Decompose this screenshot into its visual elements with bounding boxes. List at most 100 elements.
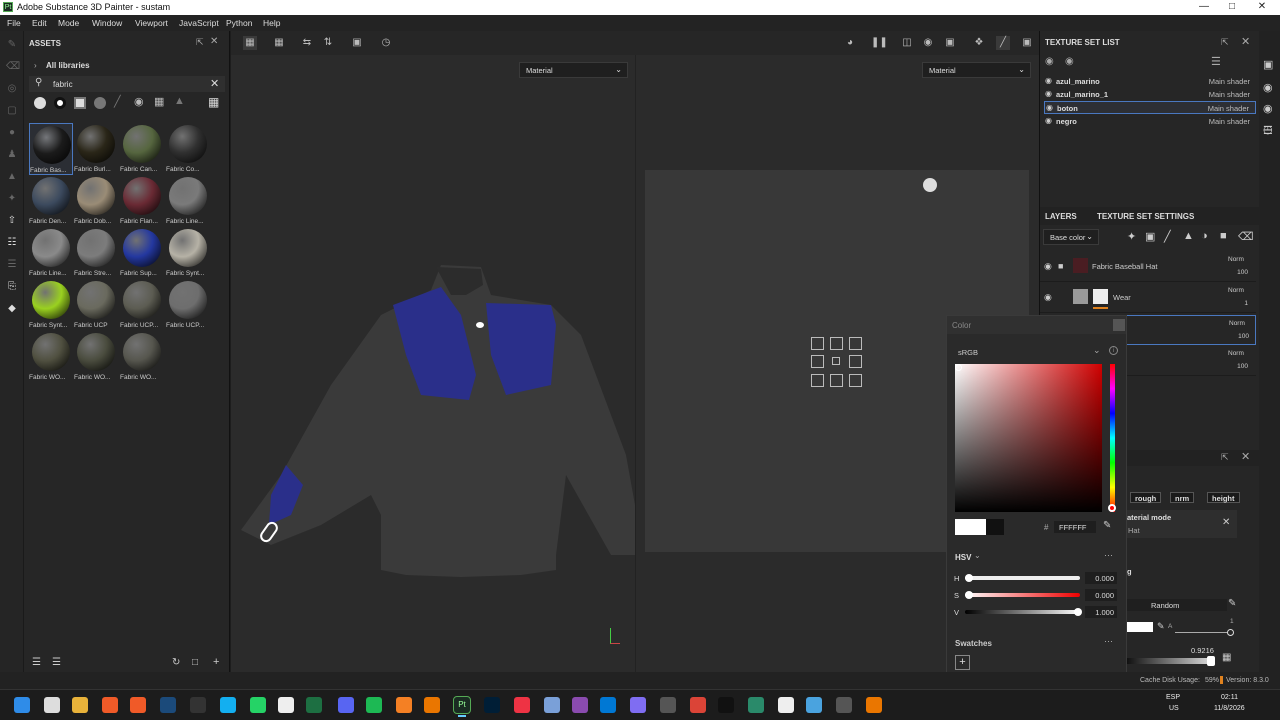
s-slider-knob[interactable] [965,591,973,599]
alpha-slider[interactable] [1175,629,1234,636]
asset-tile[interactable]: Fabric Bas... [29,123,73,175]
menu-file[interactable]: File [7,18,21,28]
bake-icon[interactable]: ⇧ [6,215,18,227]
color-space-label[interactable]: sRGB [958,348,978,357]
delete-layer-icon[interactable]: ⌫ [1238,230,1254,243]
eye-icon[interactable]: ◉ [1045,116,1052,125]
asset-tile[interactable]: Fabric Den... [29,175,73,227]
maximize-icon[interactable]: □ [1222,1,1242,12]
old-color-swatch[interactable] [986,519,1004,535]
visibility-toggle-icon[interactable]: ◉ [1045,56,1054,67]
color-picker-icon[interactable]: ✦ [6,193,18,205]
display-icon[interactable]: ☰ [6,259,18,271]
photoshop-icon[interactable] [484,697,500,713]
app-icon[interactable] [396,697,412,713]
reset-camera-icon[interactable]: ◷ [379,36,393,50]
menu-icon[interactable]: ☰ [1211,55,1221,68]
excel-icon[interactable] [306,697,322,713]
layer-name[interactable]: Wear [1113,293,1131,302]
eyedropper-icon[interactable]: ✎ [1157,621,1165,632]
blender-2-icon[interactable] [866,697,882,713]
color-picker-titlebar[interactable] [947,316,1126,334]
brush-mode-icon[interactable]: ╱ [996,36,1010,50]
texture-set-item[interactable]: ◉ negro Main shader [1044,115,1256,128]
texture-set-item-selected[interactable]: ◉ boton Main shader [1044,101,1256,114]
obsidian-icon[interactable] [630,697,646,713]
asset-tile[interactable]: Fabric UCP... [166,279,210,331]
mask-thumbnail[interactable] [1093,289,1108,304]
vscode-icon[interactable] [600,697,616,713]
brave-icon[interactable] [130,697,146,713]
materials-filter-icon[interactable] [54,97,66,109]
sv-cursor[interactable] [955,364,962,371]
geometry-mask-icon[interactable]: ▢ [6,105,18,117]
steam-icon[interactable] [160,697,176,713]
new-folder-icon[interactable]: □ [192,657,198,668]
layer-opacity[interactable]: 100 [1235,333,1249,340]
undock-icon[interactable]: ⇱ [1221,452,1229,463]
clock-date[interactable]: 11/8/2026 [1214,705,1245,712]
opacity-slider-knob[interactable] [1207,656,1215,666]
hide-icon[interactable]: ◕ [843,36,857,50]
paint-brush-icon[interactable]: ✎ [6,39,18,51]
procedurals-filter-icon[interactable]: ◉ [134,95,144,108]
eye-icon[interactable]: ◉ [1045,76,1052,85]
hex-input[interactable]: FFFFFF [1054,521,1096,533]
folder-icon[interactable]: ■ [1058,261,1063,271]
saturation-value-square[interactable] [955,364,1102,512]
layer-opacity[interactable]: 1 [1234,300,1248,307]
menu-javascript[interactable]: JavaScript [179,18,219,28]
davinci-icon[interactable] [778,697,794,713]
color-swatch[interactable] [1127,622,1153,632]
brave-browser-icon[interactable] [102,697,118,713]
windows-start-icon[interactable] [14,697,30,713]
v-slider-knob[interactable] [1074,608,1082,616]
app-gray-icon[interactable] [660,697,676,713]
add-paint-layer-icon[interactable]: ╱ [1164,230,1171,243]
shader-name[interactable]: Main shader [1208,104,1249,113]
add-folder-icon[interactable]: ■ [1220,230,1227,242]
add-asset-icon[interactable]: + [213,656,219,668]
texture-icon[interactable]: ▦ [1222,652,1231,663]
h-value[interactable]: 0.000 [1085,572,1117,584]
camera-settings-icon[interactable]: ▣ [1263,58,1273,71]
texture-set-close-icon[interactable]: ✕ [1241,35,1250,48]
menu-window[interactable]: Window [92,18,122,28]
shader-name[interactable]: Main shader [1209,77,1250,86]
discord-icon[interactable] [338,697,354,713]
opacity-slider[interactable] [1127,656,1215,666]
smudge-icon[interactable]: ● [6,127,18,139]
channel-chip-rough[interactable]: rough [1130,492,1162,503]
texture-set-item[interactable]: ◉ azul_marino Main shader [1044,75,1256,88]
layer-row[interactable]: ◉ Wear Norm 1 [1040,283,1256,313]
asset-tile[interactable]: Fabric Line... [166,175,210,227]
jacket-3d-model[interactable] [231,55,635,672]
asset-tile[interactable]: Fabric Co... [166,123,210,175]
add-smart-material-icon[interactable]: ◑ [1201,230,1208,242]
clear-search-icon[interactable]: ✕ [210,77,219,90]
blend-mode[interactable]: Norm [1228,256,1244,263]
channel-dropdown[interactable]: Base color ⌄ [1043,229,1099,245]
filter-list-icon[interactable]: ☰ [52,657,61,668]
asset-tile[interactable]: Fabric UCP... [120,279,164,331]
language-code[interactable]: ESP [1166,694,1180,701]
menu-help[interactable]: Help [263,18,280,28]
cube-icon[interactable]: ◆ [6,303,18,315]
search-input[interactable]: fabric [53,80,73,89]
whatsapp-icon[interactable] [250,697,266,713]
shader-settings-icon[interactable]: ◉ [1263,102,1273,115]
settings-icon[interactable]: ◉ [1065,56,1074,67]
asset-tile[interactable]: Fabric Burl... [74,123,118,175]
s-slider[interactable] [965,591,1080,599]
s-value[interactable]: 0.000 [1085,589,1117,601]
layer-name[interactable]: Fabric Baseball Hat [1092,262,1157,271]
chevron-down-icon[interactable]: ⌄ [1093,345,1101,356]
assets-close-icon[interactable]: ✕ [210,36,218,47]
pause-icon[interactable]: ❚❚ [871,36,888,50]
keyboard-layout[interactable]: US [1169,705,1179,712]
file-explorer-icon[interactable] [72,697,88,713]
substance-painter-icon[interactable]: Pt [453,696,471,714]
edit-icon[interactable]: ✎ [1228,598,1236,609]
task-view-icon[interactable] [44,697,60,713]
smart-materials-filter-icon[interactable] [74,97,86,109]
